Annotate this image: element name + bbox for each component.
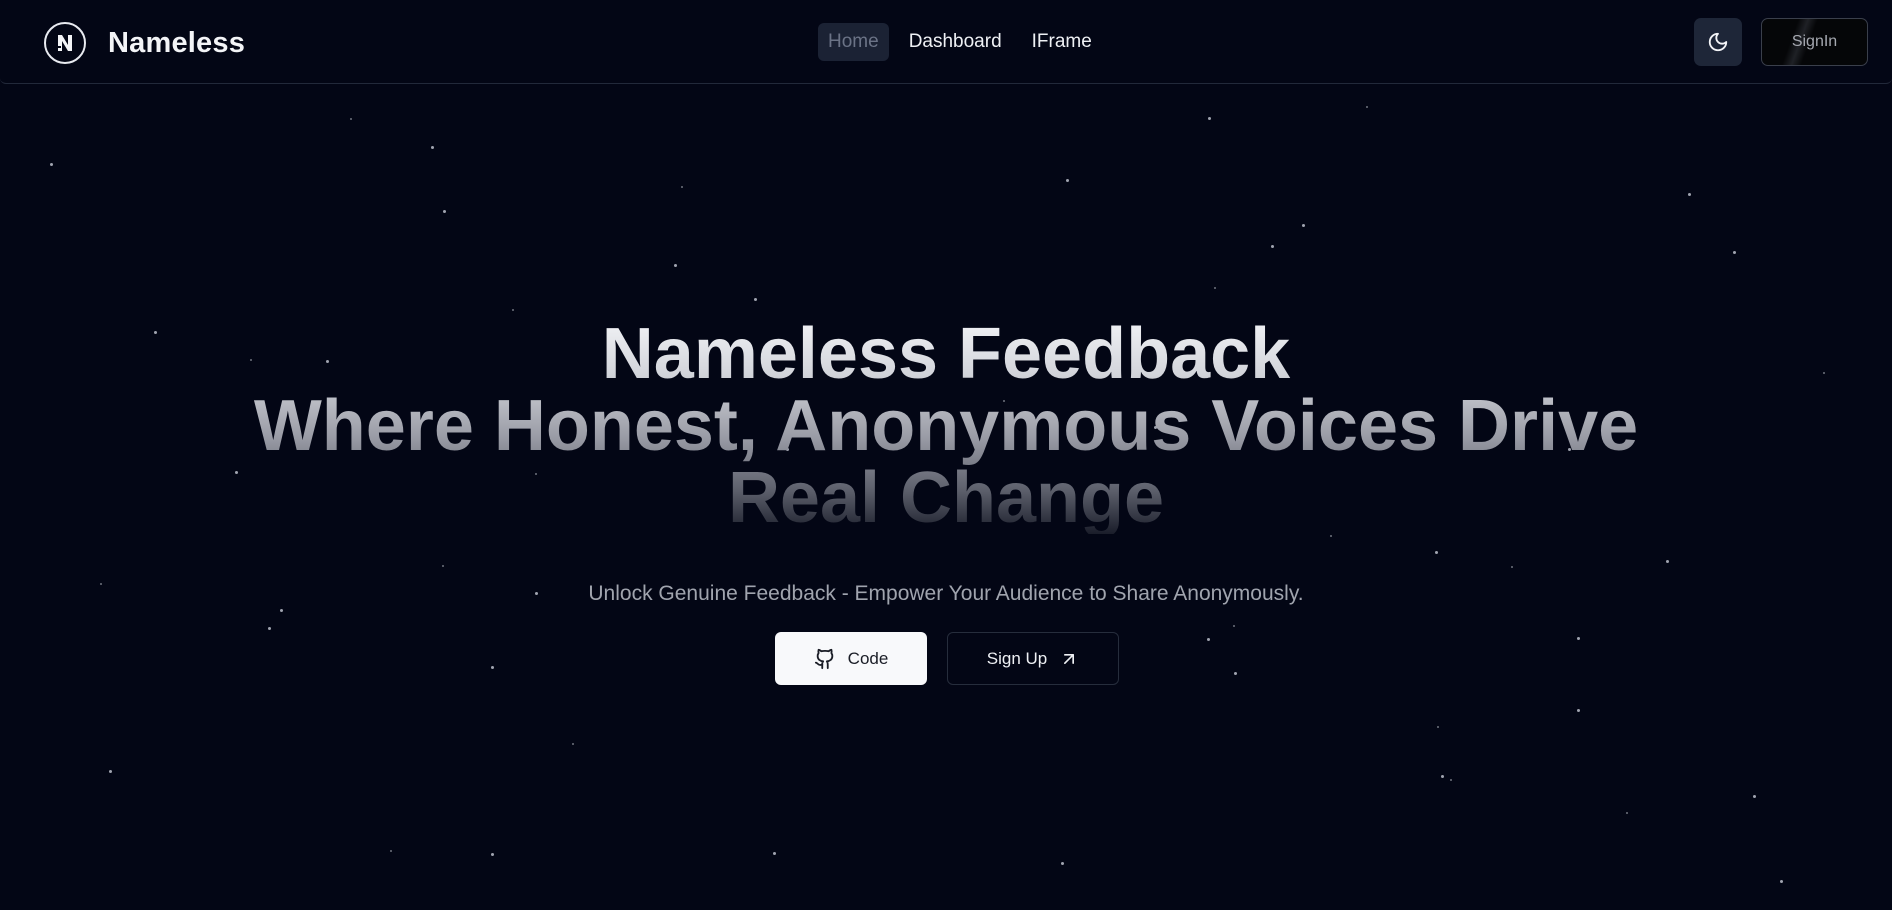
star-dot <box>1780 880 1783 883</box>
star-dot <box>50 163 53 166</box>
star-dot <box>1366 106 1368 108</box>
star-dot <box>681 186 683 188</box>
nav-link-dashboard[interactable]: Dashboard <box>899 23 1012 61</box>
hero-subtitle: Unlock Genuine Feedback - Empower Your A… <box>588 582 1304 605</box>
cta-buttons: Code Sign Up <box>775 632 1119 685</box>
star-dot <box>1450 779 1452 781</box>
star-dot <box>1441 775 1444 778</box>
star-dot <box>1626 812 1628 814</box>
star-dot <box>1233 625 1235 627</box>
star-dot <box>1207 638 1210 641</box>
star-dot <box>1330 535 1332 537</box>
brand[interactable]: Nameless <box>44 20 245 66</box>
star-dot <box>1753 795 1756 798</box>
theme-toggle-button[interactable] <box>1694 18 1742 66</box>
star-dot <box>1577 637 1580 640</box>
star-dot <box>512 309 514 311</box>
star-dot <box>390 850 392 852</box>
star-dot <box>350 118 352 120</box>
star-dot <box>491 666 494 669</box>
star-dot <box>1061 862 1064 865</box>
signup-button[interactable]: Sign Up <box>947 632 1119 685</box>
star-dot <box>1214 287 1216 289</box>
star-dot <box>1733 251 1736 254</box>
star-dot <box>491 853 494 856</box>
page: Nameless Home Dashboard IFrame SignIn Na… <box>0 0 1892 910</box>
code-button-label: Code <box>847 648 889 668</box>
code-button[interactable]: Code <box>775 632 927 685</box>
star-dot <box>773 852 776 855</box>
star-dot <box>442 565 444 567</box>
star-dot <box>1208 117 1211 120</box>
star-dot <box>572 743 574 745</box>
signup-button-label: Sign Up <box>986 648 1048 668</box>
star-dot <box>1666 560 1669 563</box>
star-dot <box>1066 179 1069 182</box>
hero-title-line-2: Where Honest, Anonymous Voices Drive <box>253 386 1639 466</box>
moon-icon <box>1708 32 1728 52</box>
star-dot <box>674 264 677 267</box>
nav-link-iframe[interactable]: IFrame <box>1022 23 1102 61</box>
github-icon <box>814 648 833 669</box>
star-dot <box>1234 672 1237 675</box>
arrow-up-right-icon <box>1064 653 1075 664</box>
navbar: Nameless Home Dashboard IFrame SignIn <box>0 0 1892 84</box>
star-dot <box>1511 566 1513 568</box>
star-dot <box>109 770 112 773</box>
hero-title: Nameless Feedback Where Honest, Anonymou… <box>0 318 1892 534</box>
signin-button[interactable]: SignIn <box>1761 18 1868 66</box>
star-dot <box>754 298 757 301</box>
star-dot <box>1688 193 1691 196</box>
nameless-logo-icon <box>44 22 86 64</box>
star-dot <box>1302 224 1305 227</box>
star-dot <box>1271 245 1274 248</box>
star-dot <box>1435 551 1438 554</box>
star-dot <box>431 146 434 149</box>
star-dot <box>280 609 283 612</box>
hero-title-line-1: Nameless Feedback <box>601 314 1291 394</box>
star-dot <box>268 627 271 630</box>
star-dot <box>1577 709 1580 712</box>
brand-name: Nameless <box>108 26 246 59</box>
hero-title-line-3: Real Change <box>727 458 1165 538</box>
nav-link-home[interactable]: Home <box>818 23 889 61</box>
star-dot <box>1437 726 1439 728</box>
star-dot <box>443 210 446 213</box>
nav-links: Home Dashboard IFrame <box>818 23 1102 61</box>
